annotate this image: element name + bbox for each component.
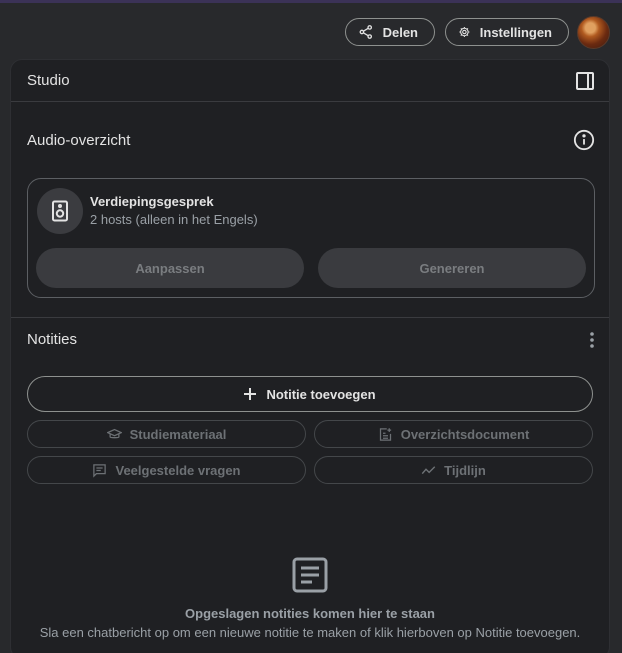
- add-note-button[interactable]: Notitie toevoegen: [27, 376, 593, 412]
- chip-label: Studiemateriaal: [129, 426, 227, 442]
- top-bar: Delen Instellingen: [345, 15, 610, 49]
- empty-state-title: Opgeslagen notities komen hier te staan: [185, 606, 435, 621]
- chip-label: Tijdlijn: [444, 462, 486, 478]
- timeline-icon: [421, 465, 436, 474]
- share-icon: [359, 25, 373, 39]
- share-button[interactable]: Delen: [345, 18, 435, 46]
- settings-button[interactable]: Instellingen: [445, 18, 569, 46]
- plus-icon: [244, 388, 257, 400]
- note-chips: Studiemateriaal Overzichtsdocument Veelg…: [27, 420, 593, 484]
- graduation-cap-icon: [106, 428, 122, 438]
- customize-button[interactable]: Aanpassen: [36, 248, 304, 288]
- collapse-panel-icon[interactable]: [575, 71, 595, 91]
- info-icon[interactable]: [573, 129, 595, 151]
- document-add-icon: [379, 427, 391, 441]
- empty-state-subtitle: Sla een chatbericht op om een nieuwe not…: [39, 625, 581, 640]
- chip-timeline[interactable]: Tijdlijn: [314, 456, 593, 484]
- notes-empty-state: Opgeslagen notities komen hier te staan …: [11, 556, 609, 640]
- more-vert-icon[interactable]: [589, 331, 595, 349]
- audio-format-name: Verdiepingsgesprek: [90, 194, 214, 209]
- generate-button[interactable]: Genereren: [318, 248, 586, 288]
- gear-icon: [459, 26, 470, 38]
- notes-title: Notities: [27, 331, 78, 348]
- chip-briefing-doc[interactable]: Overzichtsdocument: [314, 420, 593, 448]
- audio-card: Verdiepingsgesprek 2 hosts (alleen in he…: [27, 178, 595, 298]
- settings-label: Instellingen: [479, 24, 552, 40]
- add-note-label: Notitie toevoegen: [266, 386, 376, 402]
- avatar[interactable]: [577, 15, 610, 49]
- chip-study-guide[interactable]: Studiemateriaal: [27, 420, 306, 448]
- chip-faq[interactable]: Veelgestelde vragen: [27, 456, 306, 484]
- chip-label: Overzichtsdocument: [400, 426, 530, 442]
- studio-panel: Studio Audio-overzicht Verdiepingsgespre…: [10, 59, 610, 653]
- notes-title-row: Notities: [11, 318, 609, 361]
- speaker-icon-circle: [37, 188, 83, 234]
- note-document-icon: [292, 557, 328, 593]
- share-label: Delen: [382, 24, 418, 40]
- speaker-icon: [52, 200, 68, 222]
- audio-texts: Verdiepingsgesprek 2 hosts (alleen in he…: [90, 194, 258, 227]
- audio-overview-section: Audio-overzicht Verdiepingsgesprek 2 hos…: [11, 102, 609, 318]
- audio-buttons: Aanpassen Genereren: [36, 248, 586, 288]
- top-accent-line: [0, 0, 622, 3]
- audio-format-subtitle: 2 hosts (alleen in het Engels): [90, 212, 258, 227]
- audio-title: Audio-overzicht: [27, 131, 131, 149]
- audio-title-row: Audio-overzicht: [11, 102, 609, 178]
- chip-label: Veelgestelde vragen: [115, 462, 241, 478]
- studio-header: Studio: [11, 60, 609, 102]
- panel-title: Studio: [27, 72, 70, 89]
- faq-icon: [93, 463, 107, 478]
